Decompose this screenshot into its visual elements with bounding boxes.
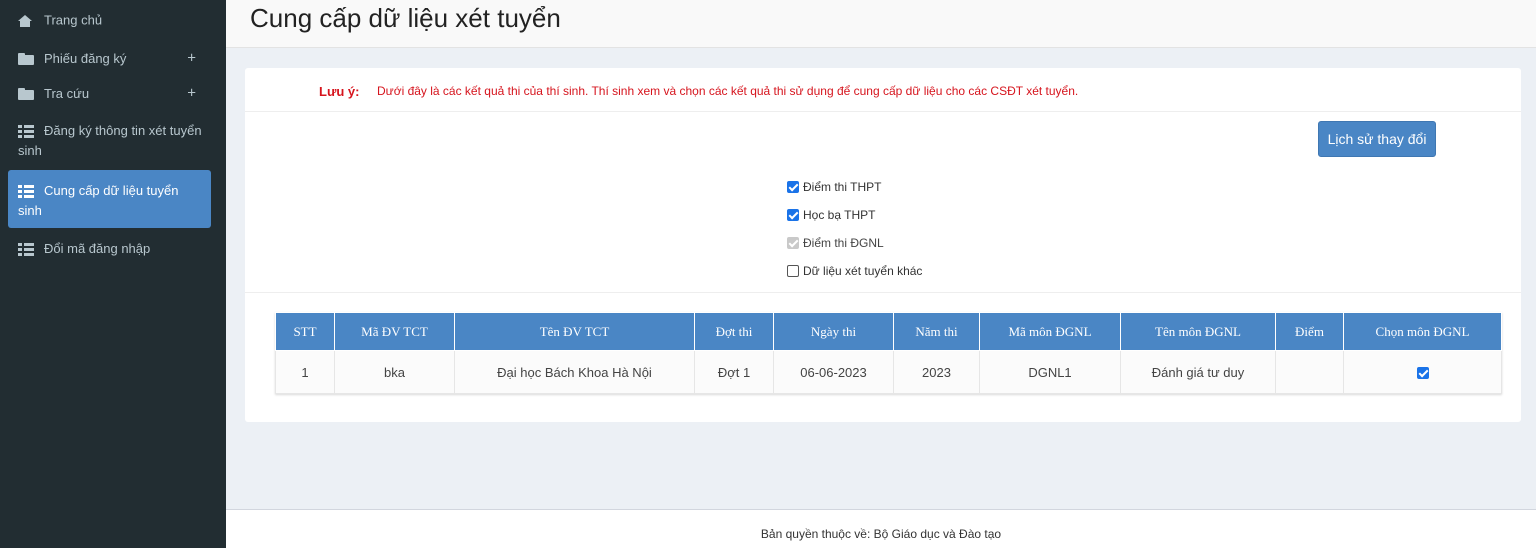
sidebar-item-registration-form[interactable]: Phiếu đăng ký + — [0, 40, 226, 75]
change-history-button[interactable]: Lịch sử thay đổi — [1318, 121, 1436, 157]
option-transcript[interactable]: Học bạ THPT — [787, 201, 922, 229]
cell-unit-name: Đại học Bách Khoa Hà Nội — [454, 350, 695, 394]
folder-icon — [18, 52, 34, 65]
cell-subject-name: Đánh giá tư duy — [1120, 350, 1276, 394]
cell-stt: 1 — [275, 350, 335, 394]
sidebar-item-label: Đăng ký thông tin xét tuyển sinh — [18, 123, 202, 159]
select-subject-checkbox[interactable] — [1416, 367, 1429, 380]
option-thpt-scores[interactable]: Điểm thi THPT — [787, 173, 922, 201]
list-icon — [18, 184, 34, 198]
sidebar-item-label: Trang chủ — [44, 12, 103, 28]
note-bar: Lưu ý: Dưới đây là các kết quả thi của t… — [245, 68, 1521, 112]
column-header: Đợt thi — [694, 312, 774, 351]
sidebar-item-label: Cung cấp dữ liệu tuyển sinh — [18, 183, 179, 219]
column-header: Tên ĐV TCT — [454, 312, 695, 351]
option-label: Dữ liệu xét tuyển khác — [803, 264, 923, 278]
column-header: Ngày thi — [773, 312, 894, 351]
column-header: Năm thi — [893, 312, 980, 351]
home-icon — [18, 14, 34, 27]
sidebar-item-admission-registration[interactable]: Đăng ký thông tin xét tuyển sinh — [0, 110, 226, 168]
column-header: Mã ĐV TCT — [334, 312, 455, 351]
column-header: Chọn môn ĐGNL — [1343, 312, 1502, 351]
cell-exam-year: 2023 — [893, 350, 980, 394]
list-icon — [18, 124, 34, 138]
copyright-text: Bản quyền thuộc về: Bộ Giáo dục và Đào t… — [760, 527, 1002, 541]
table-header-row: STT Mã ĐV TCT Tên ĐV TCT Đợt thi Ngày th… — [275, 312, 1502, 351]
column-header: STT — [275, 312, 335, 351]
option-label: Điểm thi ĐGNL — [803, 236, 884, 250]
sidebar-item-home[interactable]: Trang chủ — [0, 0, 226, 40]
content-header: Cung cấp dữ liệu xét tuyển — [226, 0, 1536, 48]
sidebar-item-label: Tra cứu — [44, 86, 90, 102]
note-text: Dưới đây là các kết quả thi của thí sinh… — [377, 84, 1079, 98]
note-label: Lưu ý: — [319, 84, 360, 99]
sidebar-item-label: Đổi mã đăng nhập — [44, 241, 151, 257]
column-header: Điểm — [1275, 312, 1344, 351]
list-icon — [18, 242, 34, 256]
page-title: Cung cấp dữ liệu xét tuyển — [250, 3, 561, 33]
checkbox-checked-disabled — [787, 237, 799, 249]
cell-subject-code: DGNL1 — [979, 350, 1121, 394]
cell-score — [1275, 350, 1344, 394]
checkbox-checked[interactable] — [787, 209, 799, 221]
expand-plus-icon[interactable]: + — [187, 40, 196, 75]
column-header: Mã môn ĐGNL — [979, 312, 1121, 351]
cell-unit-code: bka — [334, 350, 455, 394]
expand-plus-icon[interactable]: + — [187, 75, 196, 110]
section-divider — [245, 292, 1521, 293]
column-header: Tên môn ĐGNL — [1120, 312, 1276, 351]
cell-exam-round: Đợt 1 — [694, 350, 774, 394]
sidebar-item-change-login-code[interactable]: Đổi mã đăng nhập — [0, 230, 226, 265]
sidebar-item-lookup[interactable]: Tra cứu + — [0, 75, 226, 110]
option-label: Điểm thi THPT — [803, 180, 882, 194]
checkbox-unchecked[interactable] — [787, 265, 799, 277]
folder-icon — [18, 87, 34, 100]
table-row: 1 bka Đại học Bách Khoa Hà Nội Đợt 1 06-… — [275, 350, 1502, 394]
sidebar-item-label: Phiếu đăng ký — [44, 51, 127, 67]
option-label: Học bạ THPT — [803, 208, 876, 222]
footer: Bản quyền thuộc về: Bộ Giáo dục và Đào t… — [226, 509, 1536, 548]
option-other-data[interactable]: Dữ liệu xét tuyển khác — [787, 257, 922, 285]
cell-exam-date: 06-06-2023 — [773, 350, 894, 394]
cell-select-subject — [1343, 350, 1502, 394]
sidebar-item-provide-admission-data[interactable]: Cung cấp dữ liệu tuyển sinh — [8, 170, 211, 229]
sidebar: Trang chủ Phiếu đăng ký + Tra cứu + Đăng… — [0, 0, 226, 548]
data-source-options: Điểm thi THPT Học bạ THPT Điểm thi ĐGNL … — [787, 173, 922, 285]
option-dgnl-scores: Điểm thi ĐGNL — [787, 229, 922, 257]
checkbox-checked[interactable] — [787, 181, 799, 193]
results-table: STT Mã ĐV TCT Tên ĐV TCT Đợt thi Ngày th… — [275, 312, 1502, 394]
main-card: Lưu ý: Dưới đây là các kết quả thi của t… — [245, 68, 1521, 422]
